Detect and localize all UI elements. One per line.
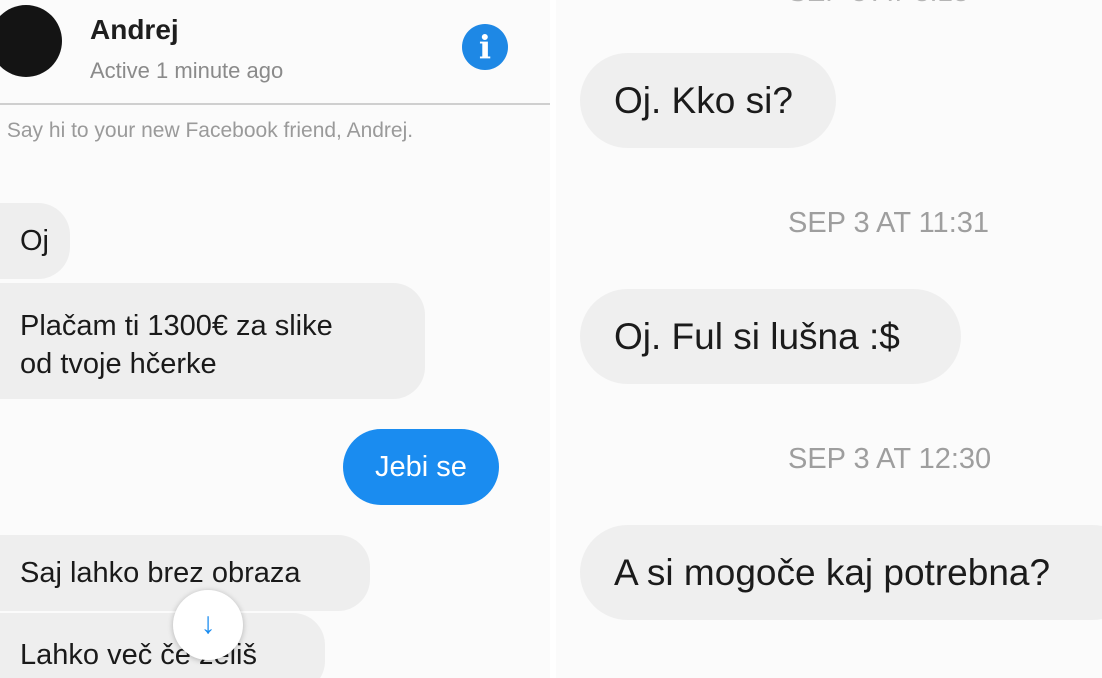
message-text: Jebi se <box>375 451 467 483</box>
message-bubble-received[interactable]: Oj. Kko si? <box>580 53 836 148</box>
message-bubble-received[interactable]: Oj <box>0 203 70 279</box>
message-bubble-received[interactable]: Oj. Ful si lušna :$ <box>580 289 961 384</box>
arrow-down-icon: ↓ <box>200 607 216 640</box>
chat-panel-left: Andrej Active 1 minute ago i Say hi to y… <box>0 0 550 678</box>
message-text-line: od tvoje hčerke <box>20 348 217 380</box>
message-text: Oj <box>20 225 49 257</box>
message-bubble-received[interactable]: Plačam ti 1300€ za slike od tvoje hčerke <box>0 283 425 399</box>
contact-name[interactable]: Andrej <box>90 14 179 46</box>
intro-text: Say hi to your new Facebook friend, Andr… <box>6 119 414 142</box>
message-text: A si mogoče kaj potrebna? <box>614 552 1051 593</box>
timestamp: SEP 3 AT 11:31 <box>788 207 990 239</box>
info-icon[interactable]: i <box>462 24 508 70</box>
message-text: Oj. Kko si? <box>614 80 793 121</box>
message-bubble-sent[interactable]: Jebi se <box>343 429 499 505</box>
active-status: Active 1 minute ago <box>90 58 284 83</box>
chat-panel-right: SEP 3 AT 8:18 Oj. Kko si? SEP 3 AT 11:31… <box>556 0 1102 678</box>
header-divider <box>0 103 550 105</box>
avatar[interactable] <box>0 5 62 77</box>
timestamp: SEP 3 AT 12:30 <box>788 443 992 475</box>
timestamp: SEP 3 AT 8:18 <box>788 0 969 8</box>
message-text: Oj. Ful si lušna :$ <box>614 316 900 357</box>
message-bubble-received[interactable]: Lahko več če želiš <box>0 613 325 678</box>
scroll-to-bottom-button[interactable]: ↓ <box>173 590 243 660</box>
message-bubble-received[interactable]: A si mogoče kaj potrebna? <box>580 525 1102 620</box>
message-text-line: Plačam ti 1300€ za slike <box>20 310 333 342</box>
message-text: Saj lahko brez obraza <box>20 557 301 589</box>
